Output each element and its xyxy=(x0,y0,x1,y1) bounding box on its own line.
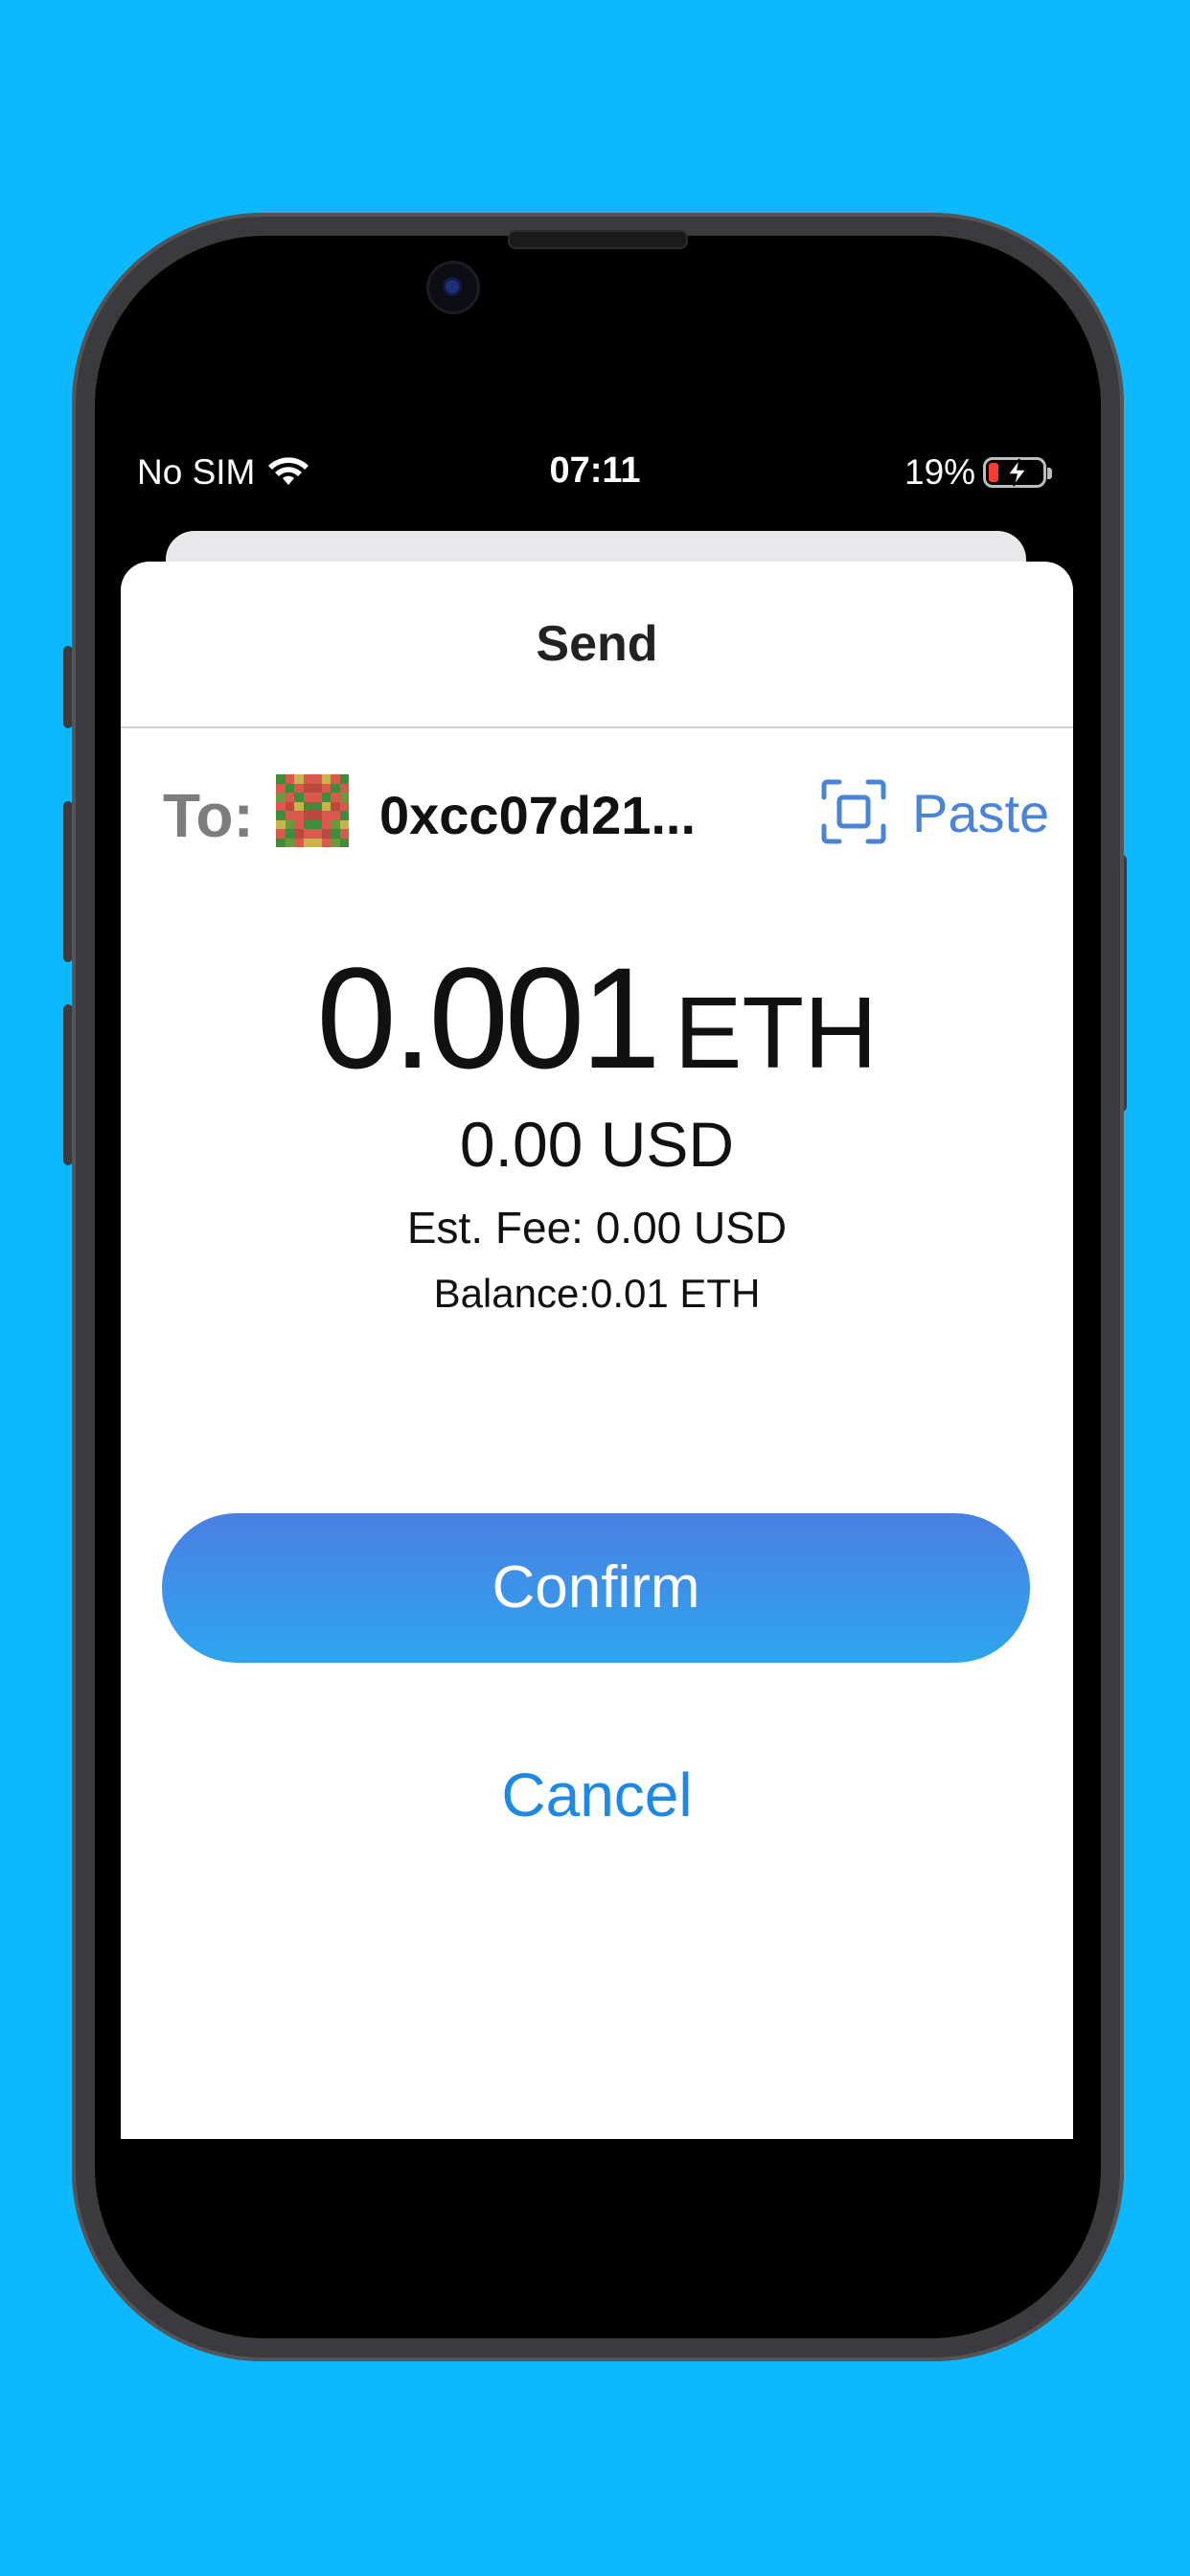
title-divider xyxy=(121,726,1073,728)
earpiece-speaker xyxy=(508,230,688,249)
battery-level-fill xyxy=(989,463,999,482)
recipient-row: To: 0xcc07d21... Paste xyxy=(163,774,1049,851)
send-sheet: Send To: 0xcc07d21... Paste 0.001 ETH 0.0… xyxy=(121,562,1073,2139)
status-bar: No SIM 07:11 19% xyxy=(0,443,1190,500)
amount-unit: ETH xyxy=(674,977,878,1090)
sheet-title: Send xyxy=(536,616,658,672)
recipient-address[interactable]: 0xcc07d21... xyxy=(379,784,696,846)
identicon-avatar xyxy=(276,774,349,847)
amount-value: 0.001 xyxy=(316,937,660,1098)
status-right: 19% xyxy=(904,452,1053,493)
confirm-button[interactable]: Confirm xyxy=(162,1513,1030,1663)
qr-scan-icon[interactable] xyxy=(820,778,887,845)
battery-icon xyxy=(983,457,1053,488)
paste-button[interactable]: Paste xyxy=(912,782,1049,844)
fiat-value: 0.00 USD xyxy=(459,1109,735,1180)
to-label: To: xyxy=(163,781,254,850)
estimated-fee: Est. Fee: 0.00 USD xyxy=(406,1203,788,1253)
amount-display: 0.001 ETH xyxy=(121,935,1073,1101)
battery-percent: 19% xyxy=(904,452,976,492)
balance-label: Balance:0.01 ETH xyxy=(433,1271,761,1316)
cancel-button[interactable]: Cancel xyxy=(121,1760,1073,1830)
bolt-icon xyxy=(1006,458,1028,487)
front-camera-icon xyxy=(429,264,477,311)
